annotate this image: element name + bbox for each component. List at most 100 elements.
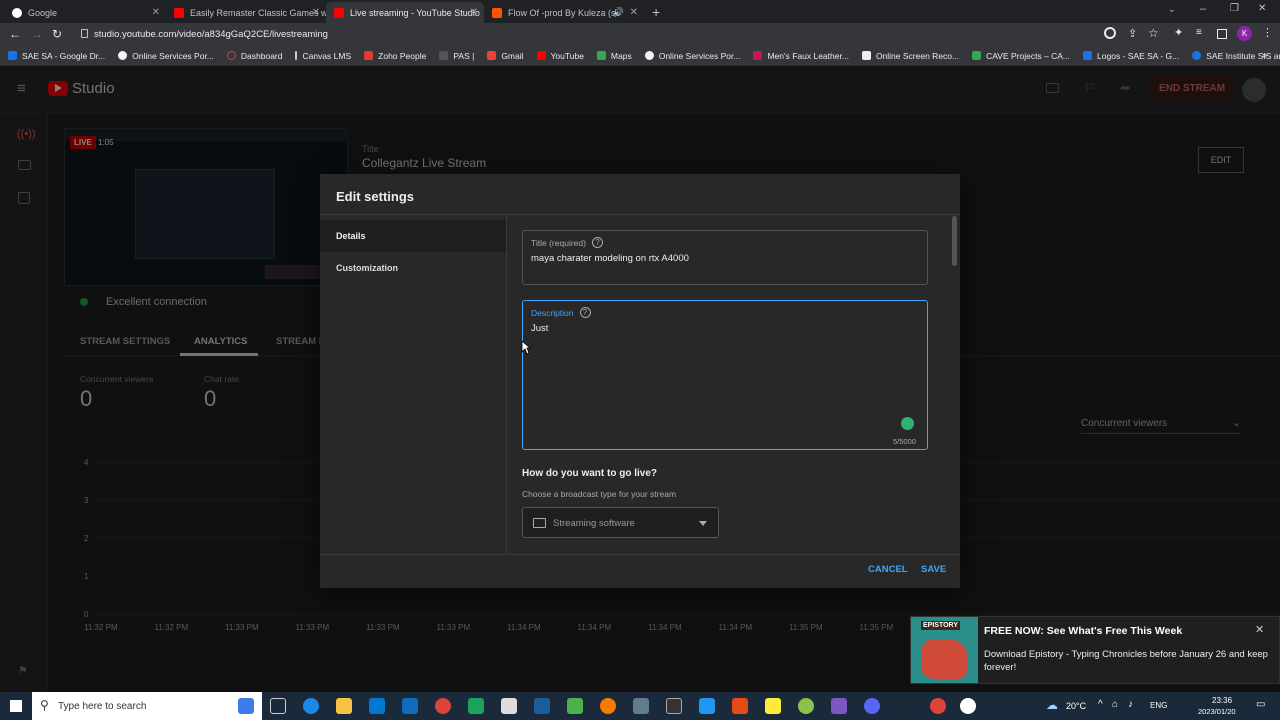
app-icon[interactable] — [699, 698, 715, 714]
reading-list-icon[interactable]: ≡ — [1196, 27, 1202, 38]
close-tab-icon[interactable]: ✕ — [470, 7, 478, 18]
speaker-icon[interactable]: 🔊 — [613, 7, 624, 18]
daz-icon[interactable] — [666, 698, 682, 714]
bookmark-item[interactable]: PAS | — [439, 51, 474, 61]
nav-details[interactable]: Details — [320, 220, 506, 252]
app-icon[interactable] — [501, 698, 517, 714]
chrome-icon[interactable] — [930, 698, 946, 714]
new-tab-icon[interactable]: + — [652, 4, 660, 20]
bookmark-item[interactable]: Dashboard — [226, 51, 282, 61]
bookmark-label: SAE SA - Google Dr... — [22, 50, 106, 61]
screen-recorder-icon — [861, 51, 871, 60]
profile-avatar[interactable]: K — [1237, 26, 1252, 41]
tab-easily-remaster[interactable]: Easily Remaster Classic Games w ✕ — [166, 2, 326, 23]
steam-icon[interactable] — [897, 698, 913, 714]
close-tab-icon[interactable]: ✕ — [630, 7, 638, 18]
close-icon[interactable]: ✕ — [1255, 623, 1264, 636]
maya-icon[interactable] — [468, 698, 484, 714]
tab-google[interactable]: Google ✕ — [4, 2, 166, 23]
windows-start-icon[interactable] — [10, 700, 22, 712]
bookmark-star-icon[interactable]: ☆ — [1148, 26, 1159, 40]
chrome-icon[interactable] — [435, 698, 451, 714]
title-input[interactable]: maya charater modeling on rtx A4000 — [531, 253, 689, 264]
app-icon[interactable] — [798, 698, 814, 714]
steam-icon[interactable] — [534, 698, 550, 714]
description-input[interactable]: Just — [531, 323, 548, 334]
bookmark-item[interactable]: Online Services Por... — [644, 51, 740, 61]
obs-icon[interactable] — [960, 698, 976, 714]
network-icon[interactable]: ⌂ — [1112, 699, 1118, 710]
tab-live-streaming[interactable]: Live streaming - YouTube Studio ✕ — [326, 2, 484, 23]
app-icon[interactable] — [831, 698, 847, 714]
bookmark-item[interactable]: Men's Faux Leather... — [753, 51, 849, 61]
app-icon[interactable] — [732, 698, 748, 714]
bookmark-item[interactable]: SAE SA - Google Dr... — [8, 51, 105, 61]
more-menu-icon[interactable]: ⋮ — [1262, 26, 1273, 39]
bookmark-item[interactable]: YouTube — [536, 51, 584, 61]
broadcast-type-select[interactable]: Streaming software — [522, 507, 719, 538]
back-icon[interactable]: ← — [9, 27, 21, 41]
save-button[interactable]: SAVE — [921, 564, 946, 575]
weather-temp[interactable]: 20°C — [1066, 701, 1086, 711]
volume-icon[interactable]: ♪ — [1128, 699, 1133, 710]
blender-icon[interactable] — [600, 698, 616, 714]
close-tab-icon[interactable]: ✕ — [152, 7, 160, 18]
zoho-icon — [364, 51, 374, 60]
dialog-scrollbar[interactable] — [952, 216, 957, 266]
lock-icon[interactable] — [81, 29, 88, 38]
url-field[interactable]: studio.youtube.com/video/a834gGaQ2CE/liv… — [94, 29, 328, 40]
search-highlight-icon — [238, 698, 254, 714]
clock-time[interactable]: 23:36 — [1212, 696, 1232, 705]
task-view-icon[interactable] — [270, 698, 286, 714]
bookmark-item[interactable]: Gmail — [487, 51, 524, 61]
bookmark-item[interactable]: Logos - SAE SA - G... — [1083, 51, 1179, 61]
forward-icon[interactable]: → — [31, 27, 43, 41]
store-icon[interactable] — [369, 698, 385, 714]
weather-icon[interactable]: ☁ — [1046, 698, 1058, 712]
restore-icon[interactable]: ❐ — [1230, 3, 1239, 14]
mail-icon[interactable] — [402, 698, 418, 714]
extensions-icon[interactable]: ✦ — [1174, 26, 1183, 39]
bookmark-item[interactable]: Zoho People — [364, 51, 426, 61]
google-lens-icon[interactable] — [1104, 27, 1116, 39]
side-panel-icon[interactable] — [1217, 29, 1227, 39]
bookmark-item[interactable]: Online Services Por... — [118, 51, 214, 61]
tab-title: Google — [28, 7, 58, 18]
help-icon[interactable]: ? — [579, 307, 591, 318]
clock-date[interactable]: 2023/01/20 — [1198, 707, 1236, 716]
cancel-button[interactable]: CANCEL — [868, 564, 908, 575]
help-icon[interactable]: ? — [591, 237, 603, 248]
close-window-icon[interactable]: ✕ — [1258, 3, 1266, 14]
notifications-icon[interactable]: ▭ — [1256, 699, 1265, 710]
language-indicator[interactable]: ENG — [1150, 701, 1167, 710]
bookmark-item[interactable]: Online Screen Reco... — [861, 51, 959, 61]
reload-icon[interactable]: ↻ — [52, 27, 62, 41]
minimize-icon[interactable]: – — [1200, 3, 1206, 15]
tray-chevron-icon[interactable]: ^ — [1098, 699, 1103, 710]
app-icon[interactable] — [633, 698, 649, 714]
edge-icon[interactable] — [303, 698, 319, 714]
discord-icon[interactable] — [864, 698, 880, 714]
bookmarks-overflow-icon[interactable]: » — [1262, 50, 1267, 60]
share-icon[interactable]: ⇪ — [1128, 27, 1137, 40]
file-explorer-icon[interactable] — [336, 698, 352, 714]
description-field[interactable]: Description? Just 5/5000 — [522, 300, 928, 450]
taskbar-search[interactable]: ⚲ Type here to search — [32, 692, 262, 720]
description-field-label: Description? — [531, 307, 591, 318]
app-icon[interactable] — [567, 698, 583, 714]
bookmark-item[interactable]: CAVE Projects – CA... — [972, 51, 1070, 61]
tab-flow-of[interactable]: Flow Of -prod By Kuleza (sc 🔊 ✕ — [484, 2, 644, 23]
divider — [320, 554, 960, 555]
nav-customization[interactable]: Customization — [336, 263, 398, 273]
google-icon — [12, 7, 22, 18]
title-field[interactable]: Title (required)? maya charater modeling… — [522, 230, 928, 285]
close-tab-icon[interactable]: ✕ — [312, 7, 320, 18]
notification-toast[interactable]: EPISTORY FREE NOW: See What's Free This … — [910, 616, 1280, 684]
globe-icon — [118, 51, 128, 60]
bookmark-item[interactable]: Canvas LMS — [295, 51, 351, 61]
grammar-assist-icon[interactable] — [901, 417, 914, 430]
app-icon[interactable] — [765, 698, 781, 714]
dropdown-arrow-icon — [699, 521, 707, 526]
tab-search-chevron-icon[interactable]: ⌄ — [1168, 4, 1176, 15]
bookmark-item[interactable]: Maps — [596, 51, 632, 61]
